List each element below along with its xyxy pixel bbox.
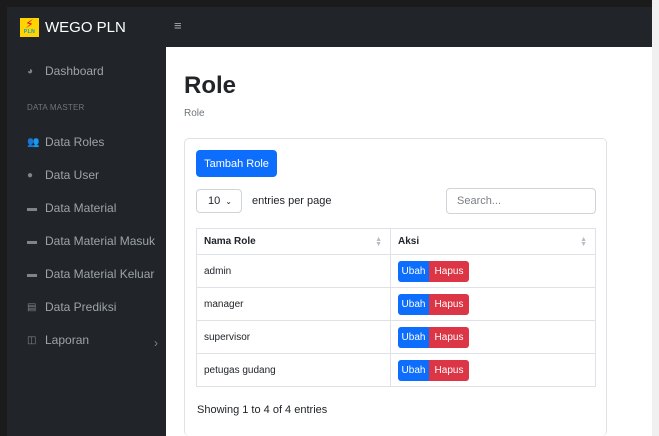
sidebar: ⚡ PLN WEGO PLN ◕ Dashboard DATA MASTER 👥… (7, 7, 166, 436)
column-header-nama-role[interactable]: Nama Role ▲ ▼ (196, 228, 391, 255)
table-row: manager Ubah Hapus (196, 287, 596, 321)
scrollbar[interactable] (652, 0, 659, 436)
edit-button[interactable]: Ubah (398, 293, 429, 315)
sidebar-item-data-material-masuk[interactable]: ▬ Data Material Masuk (27, 234, 155, 248)
sidebar-item-data-user[interactable]: ● Data User (27, 168, 99, 182)
columns-icon: ◫ (27, 334, 37, 346)
sidebar-item-data-material-keluar[interactable]: ▬ Data Material Keluar (27, 267, 154, 281)
actions-cell: Ubah Hapus (390, 320, 596, 354)
pln-logo: ⚡ PLN (20, 17, 39, 37)
table-row: admin Ubah Hapus (196, 254, 596, 288)
role-name-cell: petugas gudang (196, 353, 391, 387)
dashboard-icon: ◕ (27, 65, 34, 77)
search-input[interactable] (446, 188, 596, 214)
sidebar-heading: DATA MASTER (27, 103, 85, 112)
sidebar-item-label: Data Roles (45, 135, 105, 149)
table-row: petugas gudang Ubah Hapus (196, 353, 596, 387)
roles-table: Nama Role ▲ ▼ Aksi ▲ ▼ admin Ubah Hapus mana… (196, 228, 596, 387)
main-content: Role Role Tambah Role 10 ⌄ entries per p… (166, 47, 652, 436)
brand[interactable]: ⚡ PLN WEGO PLN (7, 7, 166, 47)
table-icon: ▬ (27, 202, 37, 214)
delete-button[interactable]: Hapus (429, 293, 469, 315)
chevron-down-icon: ⌄ (225, 196, 232, 206)
sidebar-item-data-material[interactable]: ▬ Data Material (27, 201, 116, 215)
table-info: Showing 1 to 4 of 4 entries (197, 404, 328, 416)
topbar: ≡ (166, 7, 652, 47)
delete-button[interactable]: Hapus (429, 260, 469, 282)
actions-cell: Ubah Hapus (390, 353, 596, 387)
sidebar-item-data-prediksi[interactable]: ▤ Data Prediksi (27, 300, 116, 314)
entries-per-page-select[interactable]: 10 ⌄ (196, 189, 242, 213)
entries-per-page-label: entries per page (252, 195, 332, 207)
edit-button[interactable]: Ubah (398, 260, 429, 282)
table-icon: ▬ (27, 268, 37, 280)
sidebar-item-laporan[interactable]: ◫ Laporan (27, 333, 89, 347)
book-icon: ▤ (27, 301, 37, 313)
sidebar-item-label: Dashboard (45, 64, 104, 78)
roles-card: Tambah Role 10 ⌄ entries per page Nama R… (184, 138, 607, 436)
add-role-button[interactable]: Tambah Role (196, 150, 277, 177)
sidebar-item-dashboard[interactable]: ◕ Dashboard (27, 64, 104, 78)
breadcrumb: Role (184, 108, 205, 119)
sort-icon: ▲ ▼ (580, 236, 587, 248)
sidebar-item-label: Data Material Keluar (45, 267, 155, 281)
edit-button[interactable]: Ubah (398, 359, 429, 381)
sort-icon: ▲ ▼ (375, 236, 382, 248)
hamburger-icon[interactable]: ≡ (174, 18, 182, 33)
sidebar-item-data-roles[interactable]: 👥 Data Roles (27, 135, 104, 149)
table-icon: ▬ (27, 235, 37, 247)
page-title: Role (184, 72, 237, 99)
chevron-right-icon[interactable]: › (154, 336, 158, 350)
brand-name: WEGO PLN (45, 18, 126, 36)
sidebar-item-label: Data User (45, 168, 100, 182)
user-icon: ● (27, 169, 34, 181)
sidebar-item-label: Data Prediksi (45, 300, 117, 314)
role-name-cell: admin (196, 254, 391, 288)
logo-text: PLN (23, 29, 36, 35)
users-icon: 👥 (27, 136, 40, 148)
actions-cell: Ubah Hapus (390, 254, 596, 288)
delete-button[interactable]: Hapus (429, 326, 469, 348)
sidebar-item-label: Data Material Masuk (45, 234, 156, 248)
sidebar-item-label: Data Material (45, 201, 117, 215)
actions-cell: Ubah Hapus (390, 287, 596, 321)
column-header-aksi[interactable]: Aksi ▲ ▼ (390, 228, 596, 255)
delete-button[interactable]: Hapus (429, 359, 469, 381)
entries-per-page-value: 10 (208, 195, 221, 207)
role-name-cell: manager (196, 287, 391, 321)
table-row: supervisor Ubah Hapus (196, 320, 596, 354)
edit-button[interactable]: Ubah (398, 326, 429, 348)
role-name-cell: supervisor (196, 320, 391, 354)
sidebar-item-label: Laporan (45, 333, 90, 347)
